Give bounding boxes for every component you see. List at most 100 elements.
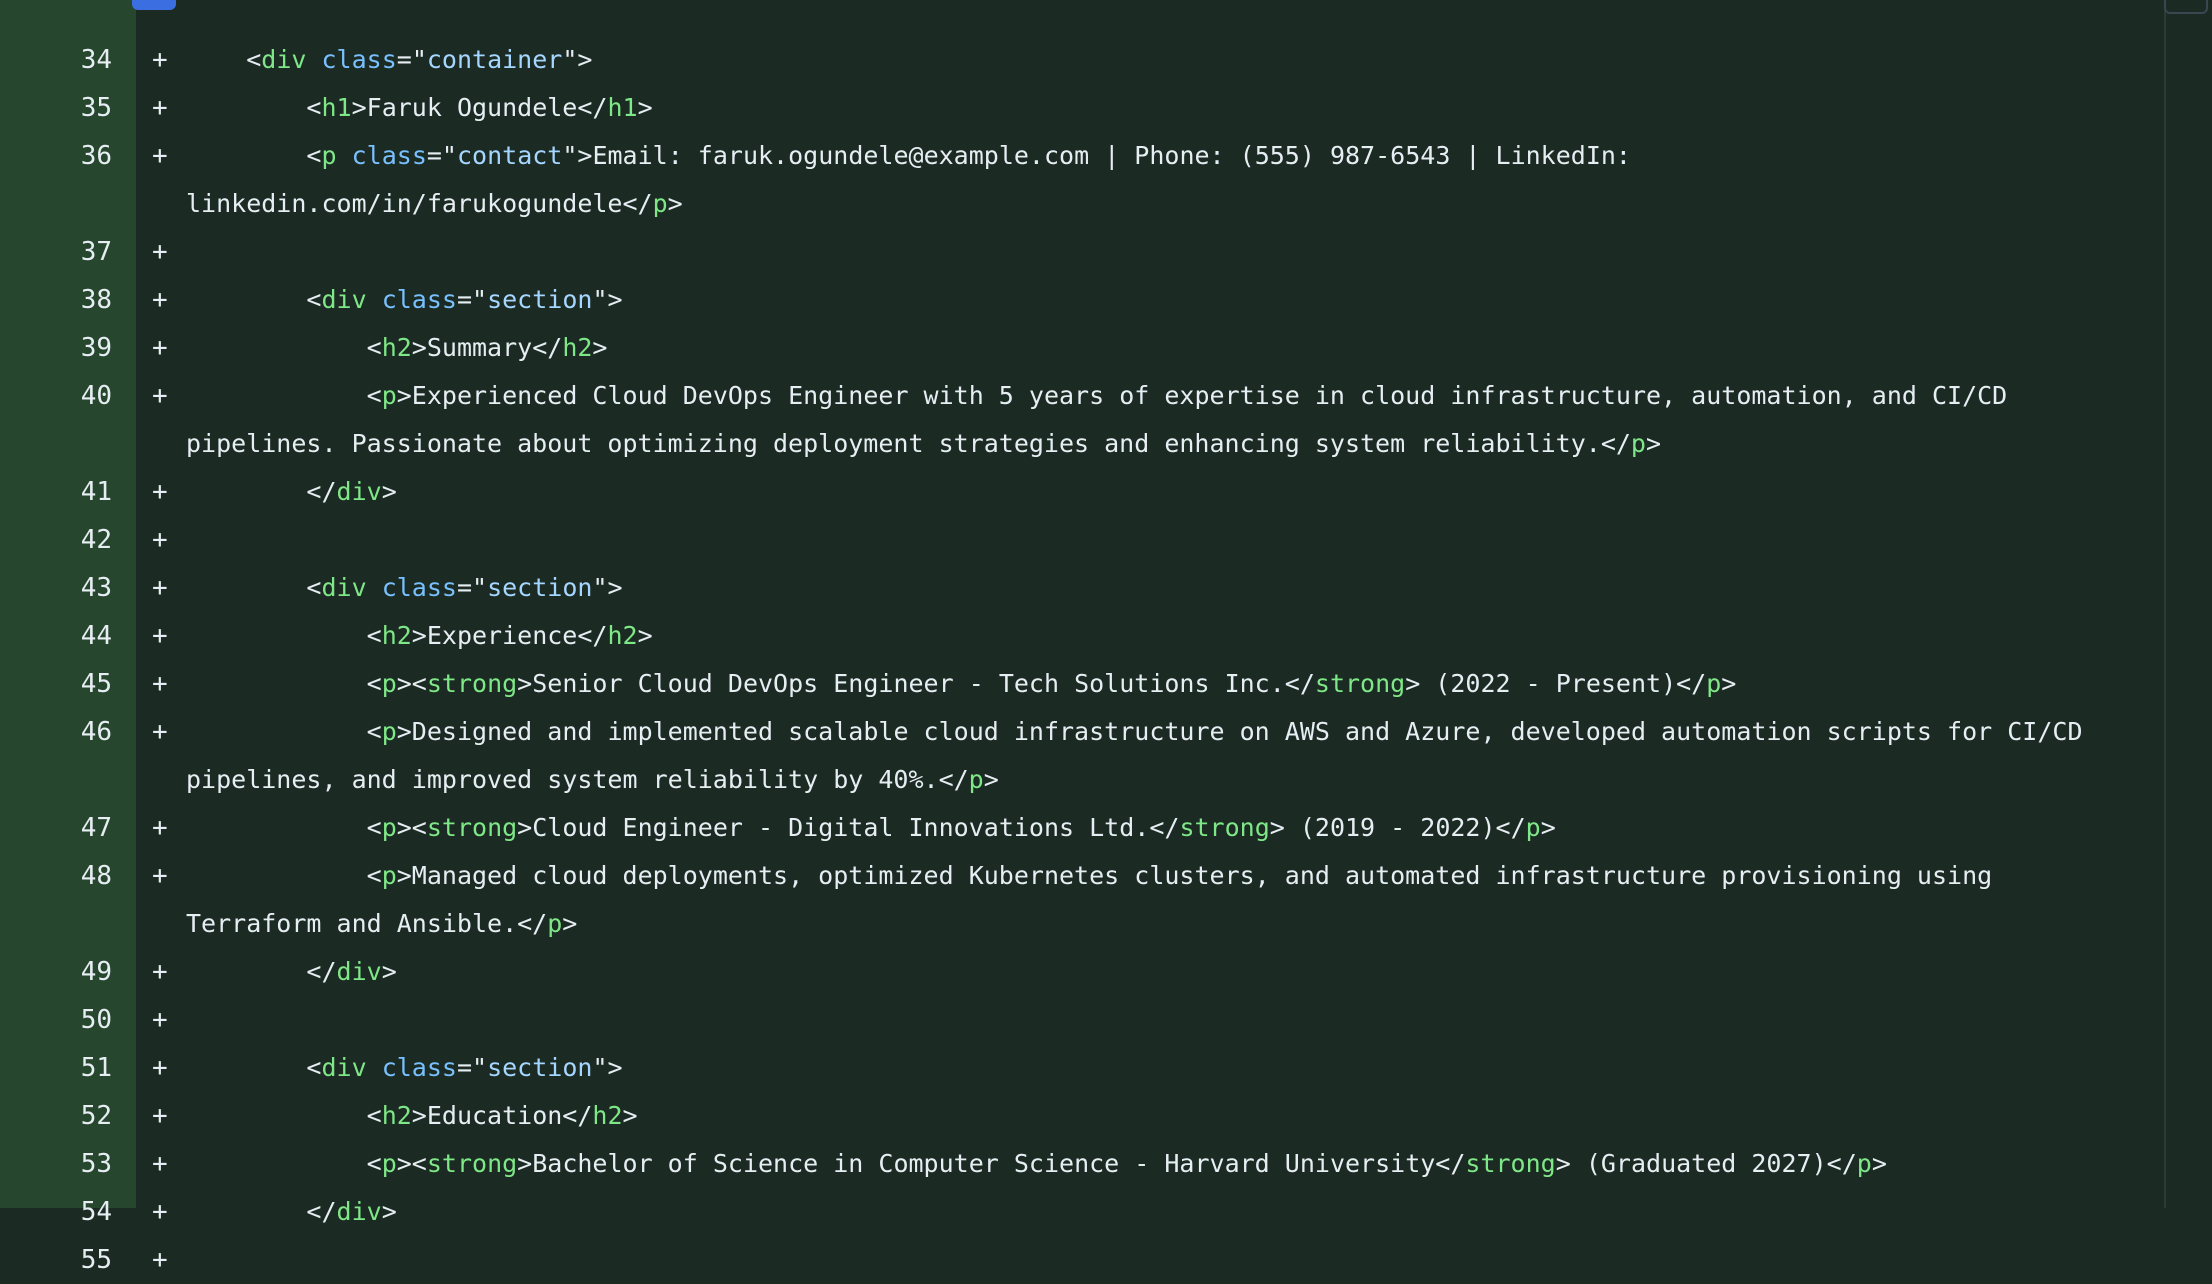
line-number[interactable]: 48 bbox=[0, 852, 112, 900]
code-text: < bbox=[366, 669, 382, 698]
expand-hunk-button[interactable] bbox=[132, 0, 176, 10]
line-number[interactable]: 41 bbox=[0, 468, 112, 516]
code-line: <div class="container"> bbox=[186, 36, 2096, 84]
line-number[interactable]: 54 bbox=[0, 1188, 112, 1236]
code-text: < bbox=[306, 573, 322, 602]
diff-line[interactable]: 48 + <p>Managed cloud deployments, optimi… bbox=[0, 852, 2166, 948]
code-text: < bbox=[366, 1101, 382, 1130]
diff-line[interactable]: 43 + <div class="section"> bbox=[0, 564, 2166, 612]
line-number[interactable]: 38 bbox=[0, 276, 112, 324]
line-number[interactable]: 34 bbox=[0, 36, 112, 84]
line-number[interactable]: 36 bbox=[0, 132, 112, 180]
added-line-marker: + bbox=[152, 1101, 168, 1131]
code-tag: p bbox=[381, 861, 397, 890]
line-number[interactable]: 47 bbox=[0, 804, 112, 852]
code-text: >Summary</ bbox=[411, 333, 563, 362]
line-number[interactable]: 51 bbox=[0, 1044, 112, 1092]
code-text: < bbox=[306, 141, 322, 170]
added-line-marker: + bbox=[152, 813, 168, 843]
diff-line[interactable]: 38 + <div class="section"> bbox=[0, 276, 2166, 324]
code-text: < bbox=[366, 717, 382, 746]
code-string: section bbox=[487, 573, 593, 602]
diff-line[interactable]: 46 + <p>Designed and implemented scalable… bbox=[0, 708, 2166, 804]
added-line-marker: + bbox=[152, 141, 168, 171]
code-text: > bbox=[381, 477, 397, 506]
line-number[interactable]: 49 bbox=[0, 948, 112, 996]
line-number[interactable]: 44 bbox=[0, 612, 112, 660]
code-line: <div class="section"> bbox=[186, 276, 2096, 324]
code-text: < bbox=[366, 813, 382, 842]
diff-line[interactable]: 54 + </div> bbox=[0, 1188, 2166, 1236]
diff-line[interactable]: 53 + <p><strong>Bachelor of Science in Co… bbox=[0, 1140, 2166, 1188]
code-string: contact bbox=[456, 141, 563, 170]
diff-line[interactable]: 44 + <h2>Experience</h2> bbox=[0, 612, 2166, 660]
code-text: </ bbox=[306, 477, 337, 506]
code-tag: div bbox=[336, 957, 382, 986]
code-tag: h2 bbox=[592, 1101, 623, 1130]
line-number[interactable]: 35 bbox=[0, 84, 112, 132]
diff-line[interactable]: 40 + <p>Experienced Cloud DevOps Engineer… bbox=[0, 372, 2166, 468]
code-line: <h2>Summary</h2> bbox=[186, 324, 2096, 372]
line-number[interactable]: 50 bbox=[0, 996, 112, 1044]
code-text: >< bbox=[396, 813, 427, 842]
code-text: > bbox=[667, 189, 683, 218]
code-text: =" bbox=[456, 573, 488, 602]
diff-view: 34 + <div class="container"> 35 + <h1>Faruk… bbox=[0, 0, 2166, 1275]
line-number[interactable]: 53 bbox=[0, 1140, 112, 1188]
line-number[interactable]: 55 bbox=[0, 1236, 112, 1284]
code-text: < bbox=[366, 333, 382, 362]
diff-line[interactable]: 55 + ​ bbox=[0, 1236, 2166, 1284]
code-text: </ bbox=[306, 1197, 337, 1226]
diff-line[interactable]: 52 + <h2>Education</h2> bbox=[0, 1092, 2166, 1140]
line-number[interactable]: 52 bbox=[0, 1092, 112, 1140]
line-number[interactable]: 45 bbox=[0, 660, 112, 708]
code-text: > (2022 - Present)</ bbox=[1405, 669, 1707, 698]
diff-line[interactable]: 37 + ​ bbox=[0, 228, 2166, 276]
code-tag: p bbox=[1630, 429, 1646, 458]
diff-line[interactable]: 41 + </div> bbox=[0, 468, 2166, 516]
diff-line[interactable]: 45 + <p><strong>Senior Cloud DevOps Engin… bbox=[0, 660, 2166, 708]
diff-line[interactable]: 50 + ​ bbox=[0, 996, 2166, 1044]
diff-line[interactable]: 42 + ​ bbox=[0, 516, 2166, 564]
code-text: > bbox=[637, 93, 653, 122]
code-tag: h2 bbox=[381, 621, 412, 650]
code-text: < bbox=[366, 861, 382, 890]
line-number[interactable]: 42 bbox=[0, 516, 112, 564]
line-number[interactable]: 46 bbox=[0, 708, 112, 756]
diff-line[interactable]: 49 + </div> bbox=[0, 948, 2166, 996]
code-tag: p bbox=[1706, 669, 1722, 698]
line-number[interactable]: 39 bbox=[0, 324, 112, 372]
diff-lines: 34 + <div class="container"> 35 + <h1>Faruk… bbox=[0, 36, 2166, 1284]
code-tag: strong bbox=[1465, 1149, 1556, 1178]
line-number[interactable]: 37 bbox=[0, 228, 112, 276]
code-text: > bbox=[1871, 1149, 1887, 1178]
scrollbar[interactable] bbox=[2164, 0, 2212, 1208]
code-text: >Bachelor of Science in Computer Science… bbox=[517, 1149, 1466, 1178]
line-number[interactable]: 40 bbox=[0, 372, 112, 420]
code-text: >Senior Cloud DevOps Engineer - Tech Sol… bbox=[517, 669, 1315, 698]
code-tag: h1 bbox=[321, 93, 352, 122]
code-string: section bbox=[487, 1053, 593, 1082]
code-tag: p bbox=[1856, 1149, 1872, 1178]
diff-line[interactable]: 39 + <h2>Summary</h2> bbox=[0, 324, 2166, 372]
added-line-marker: + bbox=[152, 477, 168, 507]
code-text: >Experience</ bbox=[411, 621, 608, 650]
diff-line[interactable]: 51 + <div class="section"> bbox=[0, 1044, 2166, 1092]
code-text: < bbox=[366, 1149, 382, 1178]
diff-line[interactable]: 35 + <h1>Faruk Ogundele</h1> bbox=[0, 84, 2166, 132]
toolbar-button[interactable] bbox=[2164, 0, 2208, 14]
diff-line[interactable]: 34 + <div class="container"> bbox=[0, 36, 2166, 84]
line-number[interactable]: 43 bbox=[0, 564, 112, 612]
code-text: > bbox=[1645, 429, 1662, 458]
diff-line[interactable]: 36 + <p class="contact">Email: faruk.ogun… bbox=[0, 132, 2166, 228]
diff-line[interactable]: 47 + <p><strong>Cloud Engineer - Digital … bbox=[0, 804, 2166, 852]
code-attribute: class bbox=[381, 573, 457, 602]
added-line-marker: + bbox=[152, 45, 168, 75]
